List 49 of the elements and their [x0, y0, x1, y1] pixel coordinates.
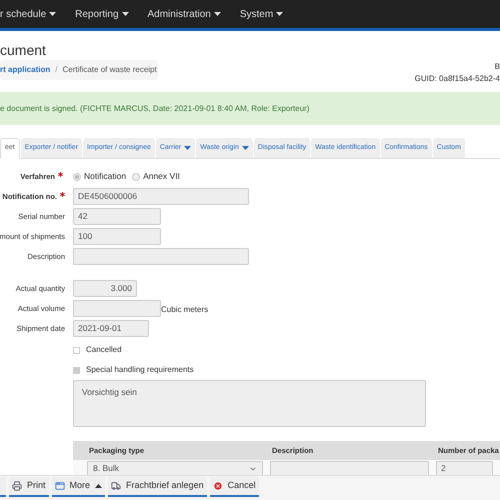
input-field[interactable]: 42 — [73, 208, 161, 225]
breadcrumb-separator: / — [55, 64, 58, 76]
input-field[interactable]: 2 — [436, 461, 493, 476]
unit-label: Cubic meters — [161, 304, 208, 316]
input-field[interactable] — [73, 248, 249, 265]
breadcrumb-current: Certificate of waste receipt — [62, 64, 157, 76]
toolbar-button[interactable]: Frachtbrief anlegen — [108, 477, 207, 497]
caret-icon — [242, 146, 249, 150]
truck-icon — [111, 481, 122, 491]
checkbox-label: Special handling requirements — [86, 364, 194, 376]
cancel-icon — [212, 481, 223, 491]
toolbar-button[interactable] — [0, 477, 6, 497]
input-field[interactable] — [73, 300, 161, 317]
caret-icon — [122, 12, 128, 16]
text-area[interactable]: Vorsichtig sein — [73, 380, 426, 427]
window-icon — [54, 481, 65, 491]
success-alert: e document is signed. (FICHTE MARCUS, Date: 2021-09-01 8:40 AM, Role: Exporteur) — [0, 92, 500, 125]
radio-label: Annex VII — [143, 170, 180, 183]
nav-menu-item[interactable]: r schedule — [0, 6, 56, 22]
required-icon — [58, 172, 63, 177]
document-info: GUID: 0a8f15a4-52b2-4 — [414, 73, 500, 85]
toolbar-button[interactable]: Cancel — [210, 477, 259, 497]
input-field[interactable]: 100 — [73, 228, 161, 245]
checkbox[interactable] — [73, 346, 80, 354]
radio-button[interactable] — [73, 172, 81, 180]
input-field[interactable]: DE4506000006 — [73, 188, 249, 205]
caret-icon — [95, 484, 102, 488]
printer-icon — [12, 481, 22, 491]
nav-menu-item[interactable]: Reporting — [75, 6, 128, 22]
nav-menu-item[interactable]: Administration — [148, 6, 221, 22]
toolbar-button[interactable]: Print — [9, 477, 49, 497]
caret-icon — [214, 12, 221, 16]
radio-label: Notification — [84, 170, 126, 183]
document-info: B — [494, 61, 500, 73]
caret-icon — [184, 146, 192, 150]
input-field[interactable]: 2021-09-01 — [73, 320, 149, 337]
nav-menu-item[interactable]: System — [240, 6, 284, 22]
select-field[interactable]: 8. Bulk — [87, 461, 263, 476]
page-title: cument — [0, 41, 47, 58]
toolbar-button[interactable]: More — [52, 477, 106, 497]
radio-button[interactable] — [132, 172, 140, 180]
input-field[interactable]: 3.000 — [73, 280, 137, 297]
required-icon — [60, 192, 65, 197]
caret-icon — [49, 12, 56, 16]
caret-icon — [276, 12, 284, 16]
input-field[interactable] — [270, 461, 429, 476]
checkbox-label: Cancelled — [86, 344, 122, 356]
breadcrumb-link[interactable]: rt application — [0, 64, 50, 76]
checkbox[interactable] — [73, 366, 80, 374]
